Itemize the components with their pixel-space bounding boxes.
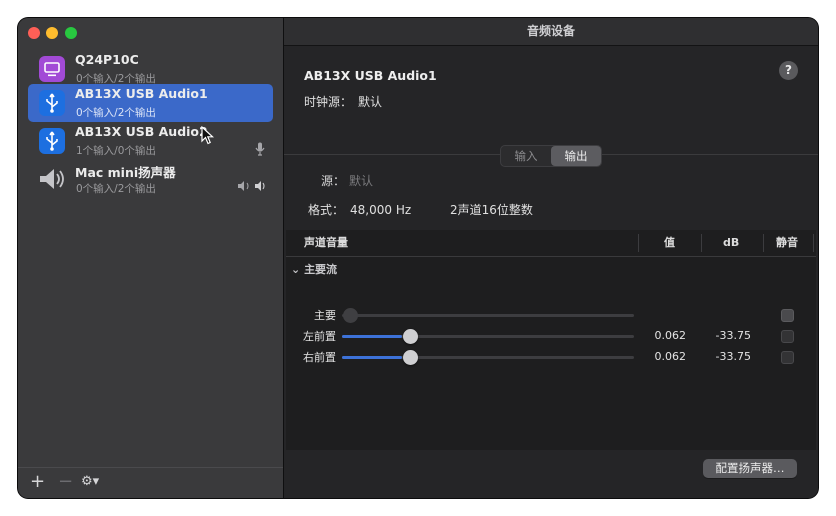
chevron-down-icon: ⌄ xyxy=(291,263,301,276)
format-label: 格式： xyxy=(308,203,345,217)
zoom-window-button[interactable] xyxy=(65,27,77,39)
column-divider xyxy=(701,234,702,252)
minimize-window-button[interactable] xyxy=(46,27,58,39)
channel-label: 右前置 xyxy=(303,351,336,364)
device-item-ab13x-usb-audio1[interactable]: AB13X USB Audio1 0个输入/2个输出 xyxy=(28,84,273,122)
column-divider xyxy=(763,234,764,252)
volume-slider[interactable] xyxy=(342,308,634,323)
source-value: 默认 xyxy=(349,174,374,188)
format-channels-select[interactable]: 2声道16位整数 xyxy=(450,201,533,218)
device-name: Mac mini扬声器 xyxy=(75,165,176,180)
channel-label: 左前置 xyxy=(303,330,336,343)
help-button[interactable]: ? xyxy=(779,61,798,80)
device-item-q24p10c[interactable]: Q24P10C 0个输入/2个输出 xyxy=(28,50,273,88)
column-db: dB xyxy=(723,236,740,249)
format-rate-select[interactable]: 48,000 Hz xyxy=(350,203,411,217)
input-output-segmented-control: 输入 输出 xyxy=(500,145,602,167)
usb-icon xyxy=(38,127,66,155)
configure-speakers-button[interactable]: 配置扬声器… xyxy=(703,459,797,478)
microphone-icon xyxy=(255,142,265,159)
device-name: Q24P10C xyxy=(75,52,139,67)
column-value: 值 xyxy=(664,236,675,249)
clock-source-label: 时钟源： xyxy=(304,95,353,109)
table-row: 左前置 0.062 -33.75 xyxy=(286,326,816,346)
tab-output[interactable]: 输出 xyxy=(551,146,601,166)
volume-slider-knob[interactable] xyxy=(343,308,358,323)
device-name: AB13X USB Audio2 xyxy=(75,124,208,139)
format-row: 格式： 48,000 Hz 2声道16位整数 xyxy=(308,201,533,218)
add-device-button[interactable]: + xyxy=(30,471,45,493)
tab-input[interactable]: 输入 xyxy=(501,146,551,166)
column-divider xyxy=(813,234,814,252)
column-mute: 静音 xyxy=(776,236,798,249)
clock-source-value[interactable]: 默认 xyxy=(358,95,382,109)
source-label: 源： xyxy=(321,174,346,188)
channel-db: -33.75 xyxy=(715,329,751,342)
table-row: 右前置 0.062 -33.75 xyxy=(286,347,816,367)
volume-slider[interactable] xyxy=(342,329,634,344)
volume-slider-fill xyxy=(342,356,402,359)
stream-group-label: 主要流 xyxy=(304,263,338,276)
channel-value: 0.062 xyxy=(654,329,687,342)
volume-slider-fill xyxy=(342,335,402,338)
device-detail-panel: 音频设备 AB13X USB Audio1 时钟源： 默认 ? 输入 输出 源：默… xyxy=(284,18,818,498)
volume-slider-knob[interactable] xyxy=(402,350,418,365)
device-item-mac-mini-speaker[interactable]: Mac mini扬声器 0个输入/2个输出 xyxy=(28,160,273,198)
mute-checkbox[interactable] xyxy=(781,309,794,322)
source-row: 源： 默认 xyxy=(321,172,373,189)
output-speaker-icon xyxy=(237,180,267,195)
monitor-icon xyxy=(38,55,66,83)
sidebar-toolbar: + − ⚙▾ xyxy=(18,467,283,498)
device-io-count: 0个输入/2个输出 xyxy=(76,107,156,119)
channel-db: -33.75 xyxy=(715,350,751,363)
settings-menu-button[interactable]: ⚙▾ xyxy=(81,471,99,493)
mouse-pointer-icon xyxy=(201,126,215,145)
remove-device-button[interactable]: − xyxy=(58,471,73,493)
close-window-button[interactable] xyxy=(28,27,40,39)
channel-value: 0.062 xyxy=(654,350,687,363)
table-header: 声道音量 值 dB 静音 xyxy=(286,230,816,257)
device-item-ab13x-usb-audio2[interactable]: AB13X USB Audio2 1个输入/0个输出 xyxy=(28,122,273,160)
device-io-count: 1个输入/0个输出 xyxy=(76,145,156,157)
device-sidebar: Q24P10C 0个输入/2个输出 AB13X USB Audio1 0个输入/… xyxy=(18,18,284,498)
window-title: 音频设备 xyxy=(284,18,818,46)
column-channel-volume: 声道音量 xyxy=(304,236,348,249)
audio-midi-window: Q24P10C 0个输入/2个输出 AB13X USB Audio1 0个输入/… xyxy=(18,18,818,498)
device-io-count: 0个输入/2个输出 xyxy=(76,183,156,195)
channel-label: 主要 xyxy=(314,309,336,322)
volume-slider[interactable] xyxy=(342,350,634,365)
column-divider xyxy=(638,234,639,252)
stream-group-toggle[interactable]: ⌄ 主要流 xyxy=(291,261,337,277)
clock-source: 时钟源： 默认 xyxy=(304,93,382,110)
selected-device-title: AB13X USB Audio1 xyxy=(304,68,437,83)
mute-checkbox[interactable] xyxy=(781,351,794,364)
speaker-icon xyxy=(38,165,66,193)
usb-icon xyxy=(38,89,66,117)
mute-checkbox[interactable] xyxy=(781,330,794,343)
device-name: AB13X USB Audio1 xyxy=(75,86,208,101)
table-row: 主要 xyxy=(286,305,816,325)
channel-volume-table: 声道音量 值 dB 静音 ⌄ 主要流 主要 左前置 0.062 -33.75 右… xyxy=(286,230,816,450)
volume-slider-knob[interactable] xyxy=(402,329,418,344)
